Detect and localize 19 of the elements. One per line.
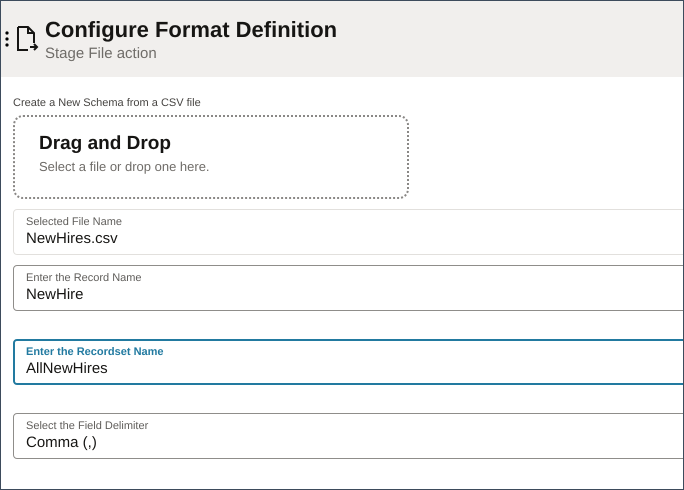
- field-label: Select the Field Delimiter: [26, 420, 150, 432]
- page-title: Configure Format Definition: [45, 16, 338, 42]
- select-field[interactable]: Select the Field Delimiter Comma (,): [13, 413, 683, 459]
- field-value: NewHires.csv: [26, 230, 119, 247]
- upload-label: Create a New Schema from a CSV file: [13, 97, 202, 109]
- page-subtitle: Stage File action: [45, 44, 158, 62]
- input-field[interactable]: Enter the Record Name NewHire: [13, 265, 683, 311]
- field-value: Comma (,): [26, 434, 98, 451]
- field-label: Enter the Record Name: [26, 272, 143, 284]
- more-options-icon[interactable]: [5, 30, 9, 48]
- field-value: NewHire: [26, 286, 85, 303]
- document-arrow-icon: [15, 26, 39, 52]
- field-label: Selected File Name: [26, 216, 123, 228]
- drop-zone[interactable]: Drag and Drop Select a file or drop one here.: [13, 115, 409, 199]
- field-label: Enter the Recordset Name: [26, 346, 165, 358]
- drop-zone-hint: Select a file or drop one here.: [39, 159, 211, 174]
- field-value: AllNewHires: [26, 360, 109, 377]
- input-field[interactable]: Enter the Recordset Name AllNewHires: [13, 339, 683, 385]
- drop-zone-title: Drag and Drop: [39, 133, 172, 155]
